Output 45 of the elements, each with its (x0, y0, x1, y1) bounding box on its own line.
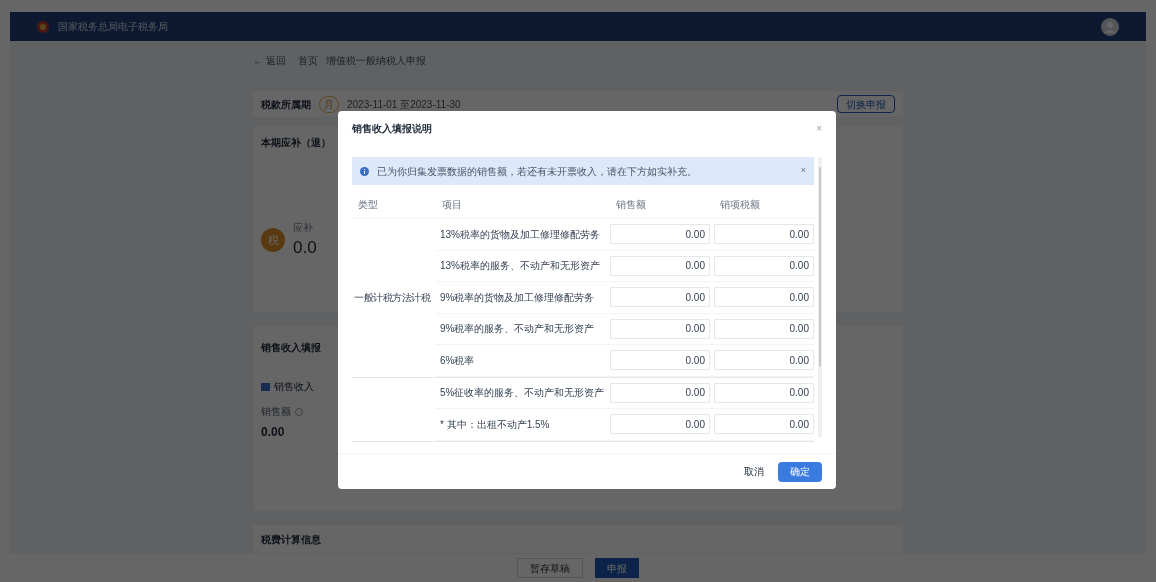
amount-field[interactable]: 0.00 (714, 318, 814, 339)
amount-field[interactable]: 0.00 (610, 255, 710, 276)
item-cell-text: 9%税率的货物及加工修理修配劳务 (439, 290, 596, 305)
amount-field[interactable]: 0.00 (714, 224, 814, 245)
avatar-icon[interactable] (1100, 16, 1120, 37)
column-header: 项目 (441, 198, 463, 212)
column-header: 类型 (357, 198, 379, 212)
item-cell-text: 13%税率的货物及加工修理修配劳务 (439, 227, 601, 242)
close-button[interactable]: × (800, 164, 806, 178)
dialog-title: 销售收入填报说明 (352, 121, 432, 136)
info-icon (360, 166, 369, 176)
card-title: 税费计算信息 (261, 532, 321, 547)
coin-icon: 税 (261, 228, 285, 253)
item-cell-text: 9%税率的服务、不动产和无形资产 (439, 322, 596, 337)
amount-field[interactable]: 0.00 (610, 350, 710, 371)
sales-value: 0.00 (261, 424, 285, 441)
confirm-button[interactable]: 确定 (778, 461, 822, 482)
amount-field[interactable]: 0.00 (714, 255, 814, 276)
item-cell-text: 6%税率 (439, 353, 476, 368)
field-label: 销售额 (261, 405, 291, 419)
item-cell-text: 5%征收率的服务、不动产和无形资产 (439, 386, 606, 401)
type-cell-text: 一般计税方法计税 (354, 291, 430, 306)
emblem-icon (36, 19, 50, 34)
period-label: 税款所属期 (261, 97, 311, 112)
amount-field[interactable]: 0.00 (714, 350, 814, 371)
item-cell-text: * 其中：出租不动产1.5% (439, 417, 551, 432)
scrollbar[interactable] (818, 157, 822, 437)
period-value: 2023-11-01 至2023-11-30 (347, 97, 461, 112)
banner-text: 已为你归集发票数据的销售额，若还有未开票收入，请在下方如实补充。 (377, 164, 697, 179)
amount-field[interactable]: 0.00 (610, 382, 710, 403)
amount-field[interactable]: 0.00 (714, 414, 814, 435)
column-header: 销售额 (615, 198, 647, 212)
card-title: 销售收入填报 (261, 341, 322, 355)
amount-field[interactable]: 0.00 (610, 318, 710, 339)
amount-value: 0.0 (293, 237, 317, 259)
cancel-button[interactable]: 取消 (740, 461, 768, 482)
chip-icon (261, 382, 270, 391)
item-cell-text: 13%税率的服务、不动产和无形资产 (439, 259, 601, 274)
amount-field[interactable]: 0.00 (610, 224, 710, 245)
card-title: 本期应补（退） (261, 136, 332, 150)
column-header: 销项税额 (719, 198, 761, 212)
amount-field[interactable]: 0.00 (610, 287, 710, 308)
amount-field[interactable]: 0.00 (714, 382, 814, 403)
amount-field[interactable]: 0.00 (610, 414, 710, 435)
amount-field[interactable]: 0.00 (714, 287, 814, 308)
